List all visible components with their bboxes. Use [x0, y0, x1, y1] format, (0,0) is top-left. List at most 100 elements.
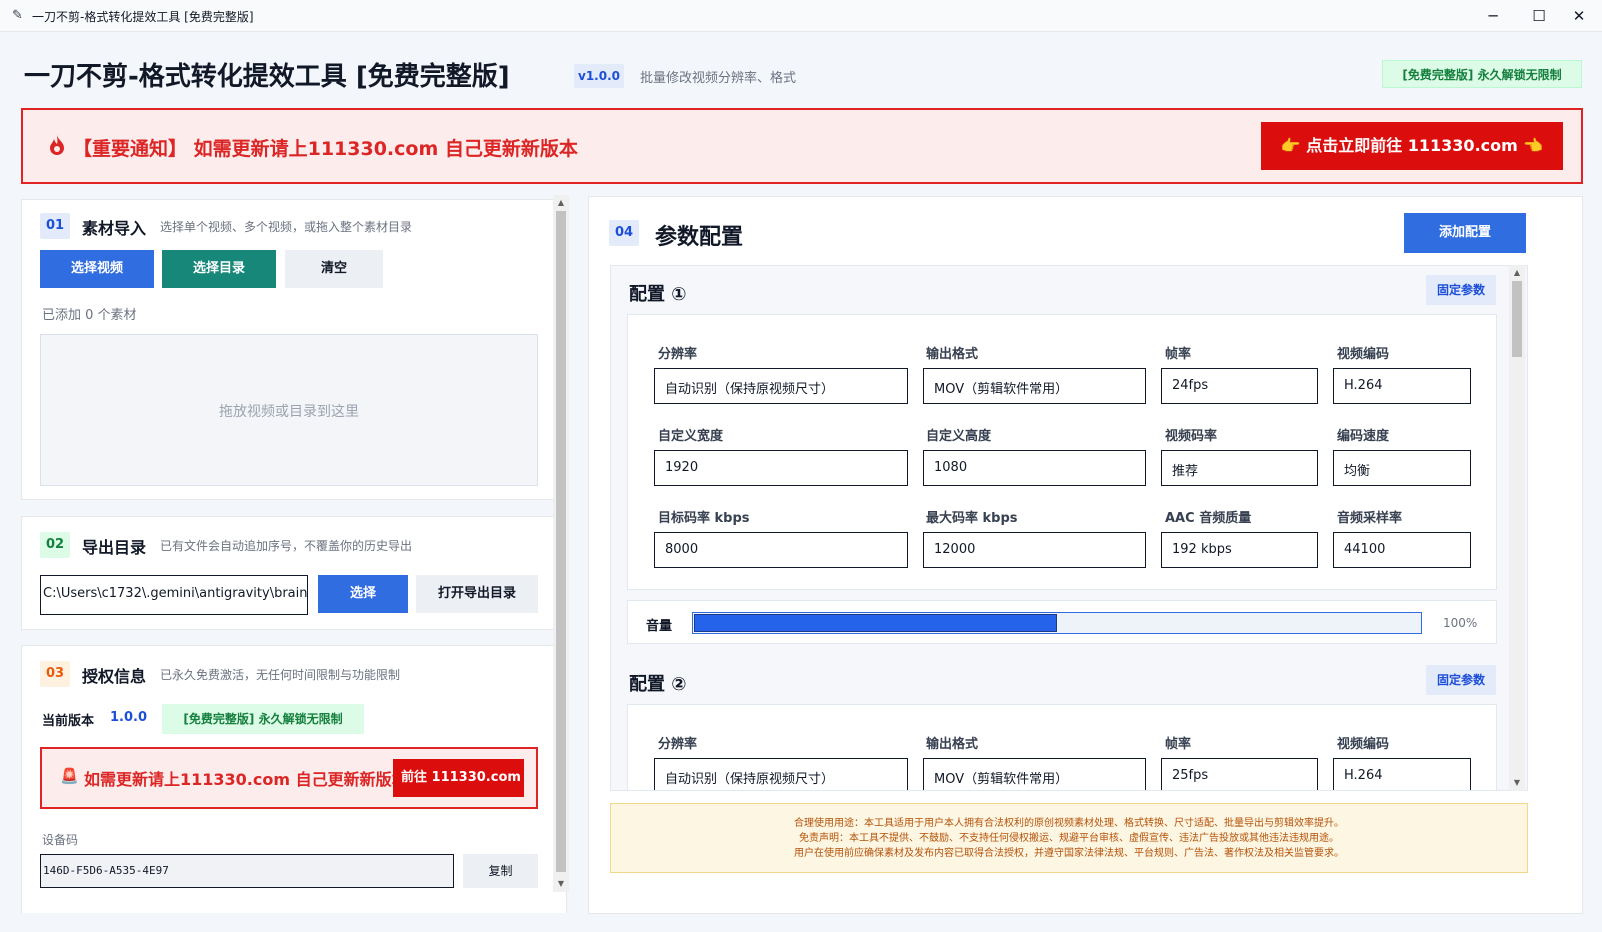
left-scroll-thumb[interactable] — [556, 211, 566, 872]
scroll-down-icon[interactable]: ▼ — [554, 877, 568, 891]
import-card: 01 素材导入 选择单个视频、多个视频，或拖入整个素材目录 选择视频 选择目录 … — [21, 199, 567, 500]
target-bitrate-input[interactable]: 8000 — [654, 532, 908, 568]
section-title: 授权信息 — [82, 667, 147, 686]
app-title: 一刀不剪-格式转化提效工具 [免费完整版] — [24, 62, 510, 92]
field-label: 自定义高度 — [926, 429, 992, 444]
format-select[interactable]: MOV（剪辑软件常用） — [923, 368, 1146, 404]
video-codec-select[interactable]: H.264 — [1333, 758, 1471, 790]
max-bitrate-input[interactable]: 12000 — [923, 532, 1146, 568]
config-scroll-thumb[interactable] — [1512, 281, 1522, 357]
license-badge: [免费完整版] 永久解锁无限制 — [1382, 60, 1582, 88]
field-label: 音频采样率 — [1337, 511, 1403, 526]
notice-banner: 【重要通知】 如需更新请上111330.com 自己更新新版本 👉 点击立即前往… — [21, 108, 1583, 184]
select-video-button[interactable]: 选择视频 — [40, 250, 154, 288]
scroll-up-icon[interactable]: ▲ — [554, 196, 568, 210]
asset-count: 已添加 0 个素材 — [42, 308, 137, 323]
license-card: 03 授权信息 已永久免费激活，无任何时间限制与功能限制 当前版本 1.0.0 … — [21, 645, 567, 913]
custom-height-input[interactable]: 1080 — [923, 450, 1146, 486]
volume-slider[interactable] — [692, 612, 1422, 634]
disclaimer-line: 用户在使用前应确保素材及发布内容已取得合法授权，并遵守国家法律法规、平台规则、广… — [794, 848, 1344, 859]
export-path-input[interactable]: C:\Users\c1732\.gemini\antigravity\brain… — [40, 575, 308, 615]
volume-row: 音量 100% — [627, 600, 1497, 644]
field-label: 最大码率 kbps — [926, 511, 1018, 526]
add-config-button[interactable]: 添加配置 — [1404, 213, 1526, 253]
field-label: 帧率 — [1165, 347, 1192, 362]
field-label: AAC 音频质量 — [1165, 511, 1252, 526]
section-description: 选择单个视频、多个视频，或拖入整个素材目录 — [160, 220, 413, 234]
format-select[interactable]: MOV（剪辑软件常用） — [923, 758, 1146, 790]
fire-icon — [49, 135, 65, 160]
params-title: 参数配置 — [655, 225, 744, 250]
section-number: 03 — [40, 661, 70, 687]
select-directory-button[interactable]: 选择目录 — [162, 250, 276, 288]
app-subtitle: 批量修改视频分辨率、格式 — [640, 71, 797, 86]
config-title: 配置 ① — [629, 284, 687, 305]
section-number: 02 — [40, 532, 70, 558]
title-bar: ✎ 一刀不剪-格式转化提效工具 [免费完整版] ─ ☐ ✕ — [0, 0, 1602, 32]
config-title: 配置 ② — [629, 674, 687, 695]
config-list: 配置 ① 固定参数 分辨率 输出格式 帧率 视频编码 自动识别（保持原视频尺寸）… — [610, 265, 1528, 791]
close-button[interactable]: ✕ — [1556, 0, 1602, 32]
custom-width-input[interactable]: 1920 — [654, 450, 908, 486]
framerate-select[interactable]: 25fps — [1161, 758, 1318, 790]
encode-speed-select[interactable]: 均衡 — [1333, 450, 1471, 486]
export-card: 02 导出目录 已有文件会自动追加序号，不覆盖你的历史导出 C:\Users\c… — [21, 516, 567, 630]
current-version-value: 1.0.0 — [110, 710, 148, 725]
field-label: 分辨率 — [658, 347, 698, 362]
version-badge: v1.0.0 — [574, 64, 624, 88]
scroll-down-icon[interactable]: ▼ — [1510, 776, 1524, 790]
minimize-button[interactable]: ─ — [1470, 0, 1516, 32]
field-label: 分辨率 — [658, 737, 698, 752]
resolution-select[interactable]: 自动识别（保持原视频尺寸） — [654, 758, 908, 790]
volume-value: 100% — [1443, 616, 1478, 630]
volume-label: 音量 — [646, 619, 673, 634]
sample-rate-select[interactable]: 44100 — [1333, 532, 1471, 568]
device-code-field[interactable]: 146D-F5D6-A535-4E97 — [40, 854, 454, 888]
current-version-label: 当前版本 — [42, 714, 95, 729]
fix-params-button[interactable]: 固定参数 — [1426, 665, 1496, 695]
copy-button[interactable]: 复制 — [463, 854, 538, 888]
field-label: 帧率 — [1165, 737, 1192, 752]
disclaimer-line: 免责声明：本工具不提供、不鼓励、不支持任何侵权搬运、规避平台审核、虚假宣传、违法… — [799, 833, 1339, 844]
section-description: 已有文件会自动追加序号，不覆盖你的历史导出 — [160, 539, 413, 553]
disclaimer-line: 合理使用用途：本工具适用于用户本人拥有合法权利的原创视频素材处理、格式转换、尺寸… — [794, 818, 1344, 829]
go-website-button[interactable]: 👉 点击立即前往 111330.com 👈 — [1261, 122, 1563, 170]
config-scrollbar[interactable]: ▲ ▼ — [1509, 265, 1525, 791]
update-alert: 🚨 如需更新请上111330.com 自己更新新版本 前往 111330.com… — [40, 747, 538, 809]
video-bitrate-select[interactable]: 推荐 — [1161, 450, 1318, 486]
section-title: 素材导入 — [82, 219, 147, 238]
left-scrollbar[interactable]: ▲ ▼ — [553, 195, 569, 892]
resolution-select[interactable]: 自动识别（保持原视频尺寸） — [654, 368, 908, 404]
video-codec-select[interactable]: H.264 — [1333, 368, 1471, 404]
select-export-button[interactable]: 选择 — [318, 575, 408, 613]
left-panel: 01 素材导入 选择单个视频、多个视频，或拖入整个素材目录 选择视频 选择目录 … — [21, 199, 583, 913]
section-description: 已永久免费激活，无任何时间限制与功能限制 — [160, 668, 401, 682]
open-export-dir-button[interactable]: 打开导出目录 — [416, 575, 538, 613]
feather-icon: ✎ — [12, 8, 23, 23]
device-code-label: 设备码 — [42, 833, 79, 847]
volume-slider-fill — [694, 614, 1057, 632]
alarm-icon: 🚨 — [60, 767, 79, 785]
field-label: 目标码率 kbps — [658, 511, 750, 526]
section-number: 04 — [609, 220, 639, 246]
field-label: 输出格式 — [926, 347, 979, 362]
go-website-small-button[interactable]: 前往 111330.com 更 — [393, 759, 524, 797]
config-fields: 分辨率 输出格式 帧率 视频编码 自动识别（保持原视频尺寸） MOV（剪辑软件常… — [627, 314, 1497, 590]
section-title: 导出目录 — [82, 538, 147, 557]
field-label: 视频码率 — [1165, 429, 1218, 444]
aac-quality-select[interactable]: 192 kbps — [1161, 532, 1318, 568]
clear-button[interactable]: 清空 — [285, 250, 383, 288]
config-fields: 分辨率 输出格式 帧率 视频编码 自动识别（保持原视频尺寸） MOV（剪辑软件常… — [627, 704, 1497, 790]
window-title: 一刀不剪-格式转化提效工具 [免费完整版] — [32, 10, 254, 24]
fix-params-button[interactable]: 固定参数 — [1426, 275, 1496, 305]
license-status-badge: [免费完整版] 永久解锁无限制 — [162, 704, 364, 734]
scroll-up-icon[interactable]: ▲ — [1510, 266, 1524, 280]
field-label: 编码速度 — [1337, 429, 1390, 444]
drop-zone[interactable]: 拖放视频或目录到这里 — [40, 334, 538, 486]
disclaimer-box: 合理使用用途：本工具适用于用户本人拥有合法权利的原创视频素材处理、格式转换、尺寸… — [610, 803, 1528, 873]
field-label: 自定义宽度 — [658, 429, 724, 444]
update-alert-text: 如需更新请上111330.com 自己更新新版本 — [84, 770, 408, 789]
framerate-select[interactable]: 24fps — [1161, 368, 1318, 404]
field-label: 输出格式 — [926, 737, 979, 752]
field-label: 视频编码 — [1337, 347, 1390, 362]
